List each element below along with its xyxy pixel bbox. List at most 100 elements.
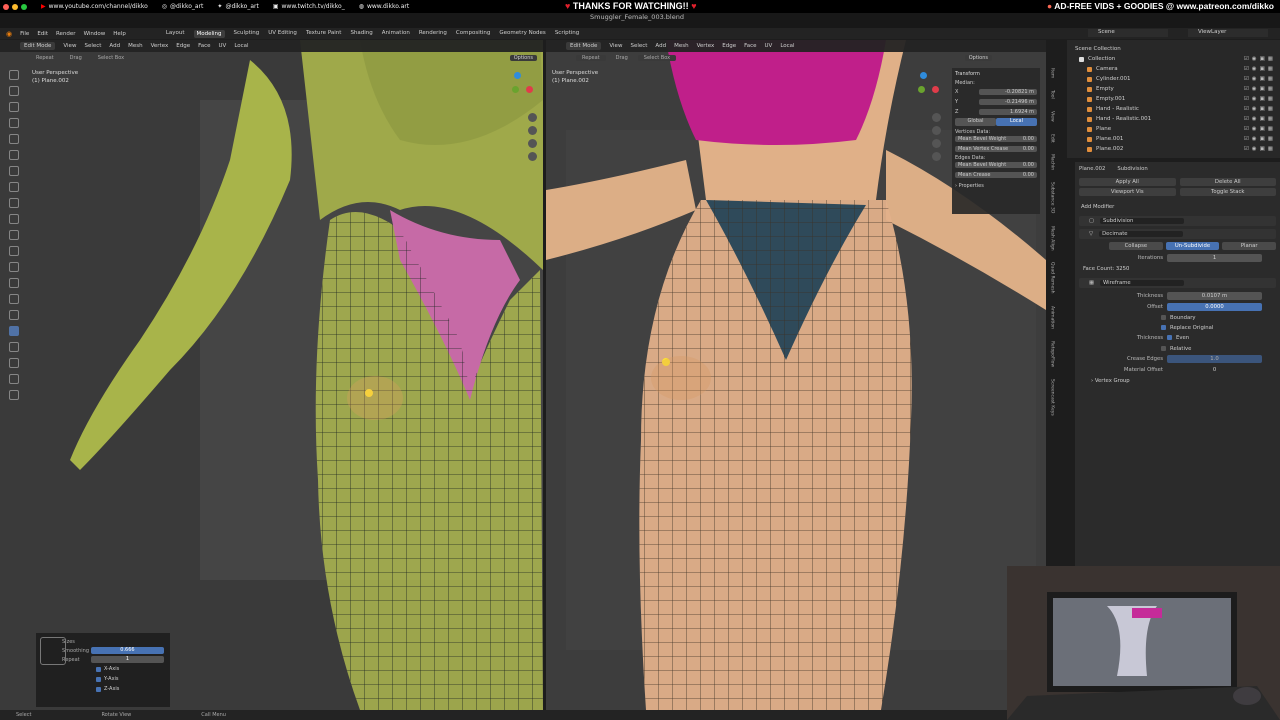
z-axis-checkbox[interactable]: Z-Axis [96, 684, 164, 694]
mean-vertex-crease-field[interactable]: 0.00 [1023, 146, 1034, 152]
tab-uv-editing[interactable]: UV Editing [268, 30, 297, 38]
apply-all-button[interactable]: Apply All [1079, 178, 1176, 186]
sidebar-tab-quad-remesh[interactable]: Quad Remesh [1050, 262, 1055, 293]
menu-add[interactable]: Add [109, 43, 120, 49]
scale-tool-icon[interactable] [9, 134, 19, 144]
menu-edge[interactable]: Edge [176, 43, 190, 49]
outliner-item[interactable]: Hand - Realistic ☑◉▣▦ [1075, 104, 1276, 114]
pan-icon[interactable] [528, 126, 537, 135]
menu-edit[interactable]: Edit [37, 31, 48, 37]
median-y-field[interactable]: -0.21496 m [979, 99, 1037, 105]
navigation-gizmo[interactable] [906, 72, 940, 106]
edge-slide-tool-icon[interactable] [9, 342, 19, 352]
edge-bevel-weight-field[interactable]: 0.00 [1023, 162, 1034, 168]
options-dropdown[interactable]: Options [964, 55, 992, 61]
sidebar-tab-edit[interactable]: Edit [1050, 134, 1055, 143]
local-button[interactable]: Local [996, 118, 1037, 126]
sidebar-tab-retopoflow[interactable]: RetopoFlow [1050, 341, 1055, 367]
camera-view-icon[interactable] [932, 139, 941, 148]
visibility-icons[interactable]: ☑◉▣▦ [1244, 106, 1276, 112]
navigation-gizmo[interactable] [500, 72, 534, 106]
visibility-icons[interactable]: ☑◉▣▦ [1244, 66, 1276, 72]
inset-tool-icon[interactable] [9, 230, 19, 240]
toggle-stack-button[interactable]: Toggle Stack [1179, 188, 1276, 196]
menu-mesh[interactable]: Mesh [674, 43, 688, 49]
tab-geometry-nodes[interactable]: Geometry Nodes [499, 30, 545, 38]
tab-scripting[interactable]: Scripting [555, 30, 579, 38]
bevel-tool-icon[interactable] [9, 246, 19, 256]
transform-header[interactable]: Transform [955, 71, 1037, 77]
repeat-field[interactable]: 1 [90, 656, 164, 663]
select-box-dropdown[interactable]: Select Box [637, 55, 677, 61]
menu-mesh[interactable]: Mesh [128, 43, 142, 49]
poly-build-tool-icon[interactable] [9, 294, 19, 304]
visibility-icons[interactable]: ☑◉▣▦ [1244, 86, 1276, 92]
modifier-decimate[interactable]: ▽ Decimate [1079, 229, 1276, 239]
relative-checkbox[interactable]: Relative [1161, 344, 1276, 353]
outliner-item[interactable]: Plane.001 ☑◉▣▦ [1075, 134, 1276, 144]
annotate-tool-icon[interactable] [9, 166, 19, 176]
outliner-item[interactable]: Cylinder.001 ☑◉▣▦ [1075, 74, 1276, 84]
visibility-icons[interactable]: ☑◉▣▦ [1244, 116, 1276, 122]
crease-edges-field[interactable]: 1.0 [1167, 354, 1262, 363]
menu-face[interactable]: Face [198, 43, 210, 49]
median-z-field[interactable]: 1.6924 m [979, 109, 1037, 115]
menu-face[interactable]: Face [744, 43, 756, 49]
blender-logo-icon[interactable]: ◉ [6, 30, 12, 38]
menu-window[interactable]: Window [84, 31, 106, 37]
select-tool-icon[interactable] [9, 70, 19, 80]
tab-shading[interactable]: Shading [350, 30, 372, 38]
mean-crease-field[interactable]: 0.00 [1023, 172, 1034, 178]
tab-compositing[interactable]: Compositing [456, 30, 490, 38]
tab-modeling[interactable]: Modeling [193, 29, 225, 38]
sidebar-tab-item[interactable]: Item [1050, 68, 1055, 78]
x-axis-icon[interactable] [932, 86, 939, 93]
sidebar-tab-animation[interactable]: Animation [1050, 306, 1055, 329]
move-tool-icon[interactable] [9, 102, 19, 112]
scene-collection[interactable]: Scene Collection [1075, 44, 1276, 54]
replace-original-checkbox[interactable]: Replace Original [1161, 323, 1276, 332]
shear-tool-icon[interactable] [9, 374, 19, 384]
vertex-group-subpanel[interactable]: › Vertex Group [1091, 378, 1276, 384]
sidebar-tab-tool[interactable]: Tool [1050, 90, 1055, 99]
extrude-tool-icon[interactable] [9, 214, 19, 224]
menu-vertex[interactable]: Vertex [151, 43, 169, 49]
outliner-item[interactable]: Plane.002 ☑◉▣▦ [1075, 144, 1276, 154]
menu-help[interactable]: Help [113, 31, 126, 37]
y-axis-checkbox[interactable]: Y-Axis [96, 674, 164, 684]
menu-add[interactable]: Add [655, 43, 666, 49]
outliner-item[interactable]: Empty ☑◉▣▦ [1075, 84, 1276, 94]
orientation-selector[interactable]: Local [780, 43, 794, 49]
mean-bevel-weight-field[interactable]: 0.00 [1023, 136, 1034, 142]
cursor-tool-icon[interactable] [9, 86, 19, 96]
tab-sculpting[interactable]: Sculpting [234, 30, 260, 38]
mode-selector[interactable]: Edit Mode [20, 42, 56, 50]
z-axis-icon[interactable] [514, 72, 521, 79]
select-box-dropdown[interactable]: Select Box [91, 55, 131, 61]
sidebar-tab-substance-3d[interactable]: Substance 3D [1050, 182, 1055, 213]
transform-tool-icon[interactable] [9, 150, 19, 160]
view-layer-selector[interactable]: ViewLayer [1188, 29, 1268, 37]
sidebar-tab-machin[interactable]: Machin [1050, 154, 1055, 170]
add-modifier-button[interactable]: Add Modifier [1081, 204, 1276, 210]
smooth-tool-icon[interactable] [9, 326, 19, 336]
y-axis-icon[interactable] [918, 86, 925, 93]
ortho-toggle-icon[interactable] [528, 152, 537, 161]
viewport-left[interactable]: Edit Mode View Select Add Mesh Vertex Ed… [0, 40, 543, 710]
median-x-field[interactable]: -0.20821 m [979, 89, 1037, 95]
menu-select[interactable]: Select [630, 43, 647, 49]
tab-animation[interactable]: Animation [382, 30, 410, 38]
pan-icon[interactable] [932, 126, 941, 135]
spin-tool-icon[interactable] [9, 310, 19, 320]
planar-tab[interactable]: Planar [1222, 242, 1277, 250]
x-axis-icon[interactable] [526, 86, 533, 93]
x-axis-checkbox[interactable]: X-Axis [96, 664, 164, 674]
thickness-field[interactable]: 0.0107 m [1167, 291, 1262, 300]
smoothing-field[interactable]: 0.666 [90, 647, 164, 654]
repeat-field[interactable]: Repeat [576, 55, 606, 61]
modifier-subdivision[interactable]: ▢ Subdivision [1079, 216, 1276, 226]
modifier-name-field[interactable]: Decimate [1099, 231, 1184, 237]
loop-cut-tool-icon[interactable] [9, 262, 19, 272]
outliner-item[interactable]: Empty.001 ☑◉▣▦ [1075, 94, 1276, 104]
mode-selector[interactable]: Edit Mode [566, 42, 602, 50]
